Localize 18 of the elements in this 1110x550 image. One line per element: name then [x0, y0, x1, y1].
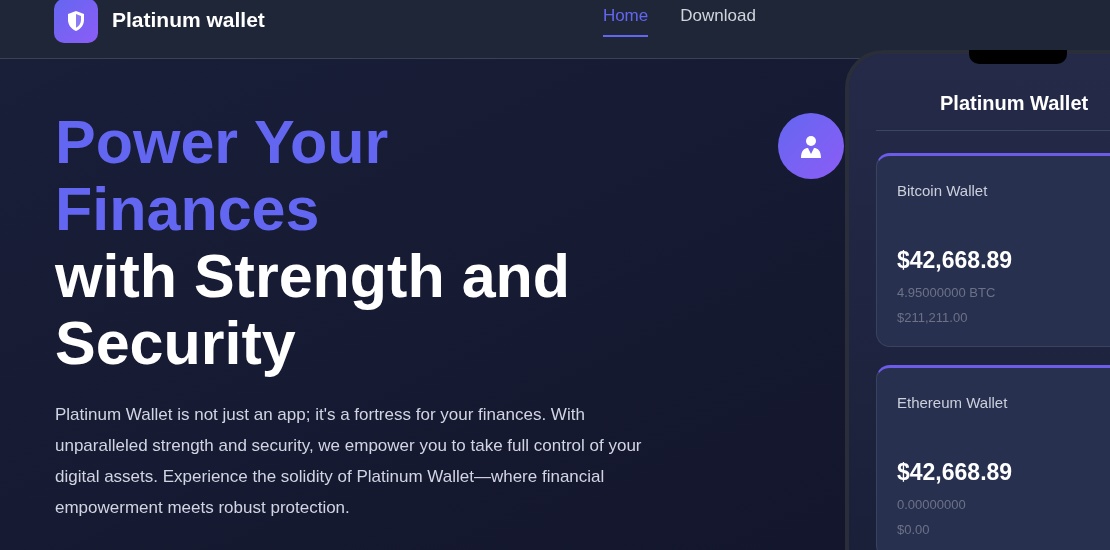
crypto-amount: 4.95000000 BTC: [897, 284, 996, 302]
wallet-balance: $42,668.89: [897, 245, 1013, 275]
headline-text: Power Your Finances: [55, 109, 390, 243]
brand-name: Platinum wallet: [112, 7, 265, 34]
headline-text: with Strength and Security: [55, 243, 572, 377]
wallet-name: Ethereum Wallet: [897, 393, 1008, 413]
nav-link[interactable]: Download: [680, 3, 756, 37]
wallet-card[interactable]: Ethereum Wallet $42,668.89 0.00000000 $0.00: [876, 365, 1110, 550]
description-text: Platinum Wallet is not just an app; it's a fortress for your finances. With unparalleled strength and security, we empower you to take full control of your digital assets. Experience the solidity of Platinum Wallet—where financial empowerment meets robust protection.: [55, 404, 643, 519]
fiat-value: $211,211.00: [897, 308, 968, 327]
fiat-value: $0.00: [897, 520, 930, 539]
shield-logo-icon: [54, 0, 98, 43]
user-icon: [799, 134, 823, 158]
app-title: Platinum Wallet: [940, 91, 1089, 116]
wallet-balance: $42,668.89: [897, 457, 1013, 487]
crypto-amount: 0.00000000: [897, 496, 966, 514]
wallet-name: Bitcoin Wallet: [897, 181, 988, 201]
wallet-card[interactable]: Bitcoin Wallet $42,668.89 4.95000000 BTC $211,211.00: [876, 153, 1110, 347]
